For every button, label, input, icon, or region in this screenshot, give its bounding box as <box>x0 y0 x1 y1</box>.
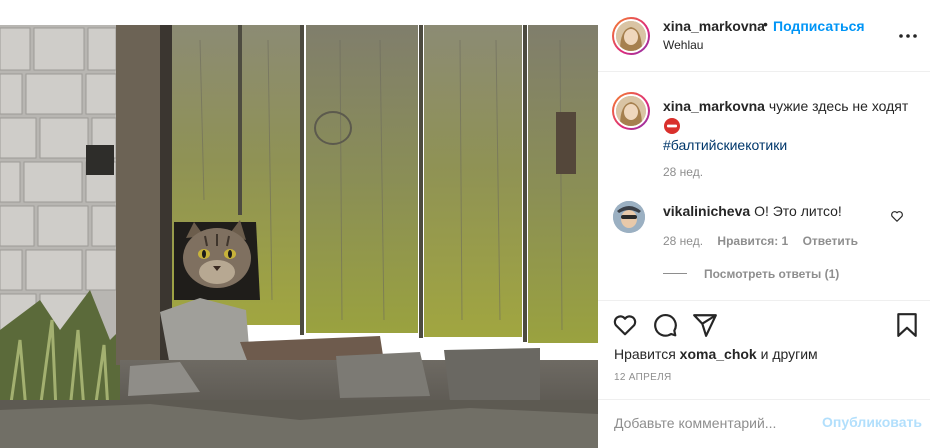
instagram-post: xina_markovna • Подписаться Wehlau xina_… <box>0 0 930 448</box>
author-avatar[interactable] <box>612 17 650 55</box>
caption-avatar-photo <box>616 96 646 126</box>
post-side-panel: xina_markovna • Подписаться Wehlau xina_… <box>598 0 930 448</box>
comment-likes-count[interactable]: Нравится: 1 <box>717 234 788 248</box>
reply-button[interactable]: Ответить <box>803 234 858 248</box>
publish-button[interactable]: Опубликовать <box>822 414 922 430</box>
author-avatar-photo <box>616 21 646 51</box>
comment-input[interactable] <box>614 412 814 434</box>
comments-section[interactable]: xina_markovna чужие здесь не ходят #балт… <box>598 73 930 301</box>
hashtag-link[interactable]: #балтийскиекотики <box>663 136 913 154</box>
no-entry-icon <box>664 118 680 134</box>
comment-timestamp[interactable]: 28 нед. <box>663 234 703 248</box>
comment-bubble-icon[interactable] <box>652 312 678 338</box>
comment-meta: 28 нед. Нравится: 1 Ответить <box>663 234 869 248</box>
bookmark-icon[interactable] <box>894 312 920 338</box>
post-header: xina_markovna • Подписаться Wehlau <box>598 0 930 72</box>
view-replies-button[interactable]: Посмотреть ответы (1) <box>704 267 839 281</box>
likes-username[interactable]: xoma_chok <box>680 346 757 362</box>
paper-plane-icon[interactable] <box>692 312 718 338</box>
likes-suffix[interactable]: и другим <box>761 346 818 362</box>
post-caption: xina_markovna чужие здесь не ходят #балт… <box>663 97 913 154</box>
caption-timestamp[interactable]: 28 нед. <box>663 165 703 179</box>
cat-behind-door-image <box>0 25 598 448</box>
post-location[interactable]: Wehlau <box>663 38 703 52</box>
more-options-icon[interactable] <box>898 28 918 44</box>
comment-heart-icon[interactable] <box>890 209 904 223</box>
post-date[interactable]: 12 АПРЕЛЯ <box>614 372 671 383</box>
commenter-avatar-photo <box>613 201 645 233</box>
likes-summary: Нравится xoma_chok и другим <box>614 346 818 362</box>
heart-icon[interactable] <box>612 312 638 338</box>
comment-body: О! Это литсо! <box>754 203 842 219</box>
cat-face <box>183 220 251 288</box>
author-username[interactable]: xina_markovna <box>663 18 765 34</box>
post-actions-bar <box>598 302 930 350</box>
replies-divider-line <box>663 273 687 274</box>
caption-username[interactable]: xina_markovna <box>663 98 765 114</box>
commenter-avatar[interactable] <box>613 201 645 233</box>
post-photo[interactable] <box>0 0 598 448</box>
separator-dot: • <box>763 16 768 32</box>
likes-prefix: Нравится <box>614 346 676 362</box>
comment-row: vikalinicheva О! Это литсо! <box>663 203 842 219</box>
caption-body: чужие здесь не ходят <box>768 98 909 114</box>
caption-author-avatar[interactable] <box>612 92 650 130</box>
add-comment-bar: Опубликовать <box>598 399 930 448</box>
follow-button[interactable]: Подписаться <box>773 18 865 34</box>
comment-username[interactable]: vikalinicheva <box>663 203 750 219</box>
